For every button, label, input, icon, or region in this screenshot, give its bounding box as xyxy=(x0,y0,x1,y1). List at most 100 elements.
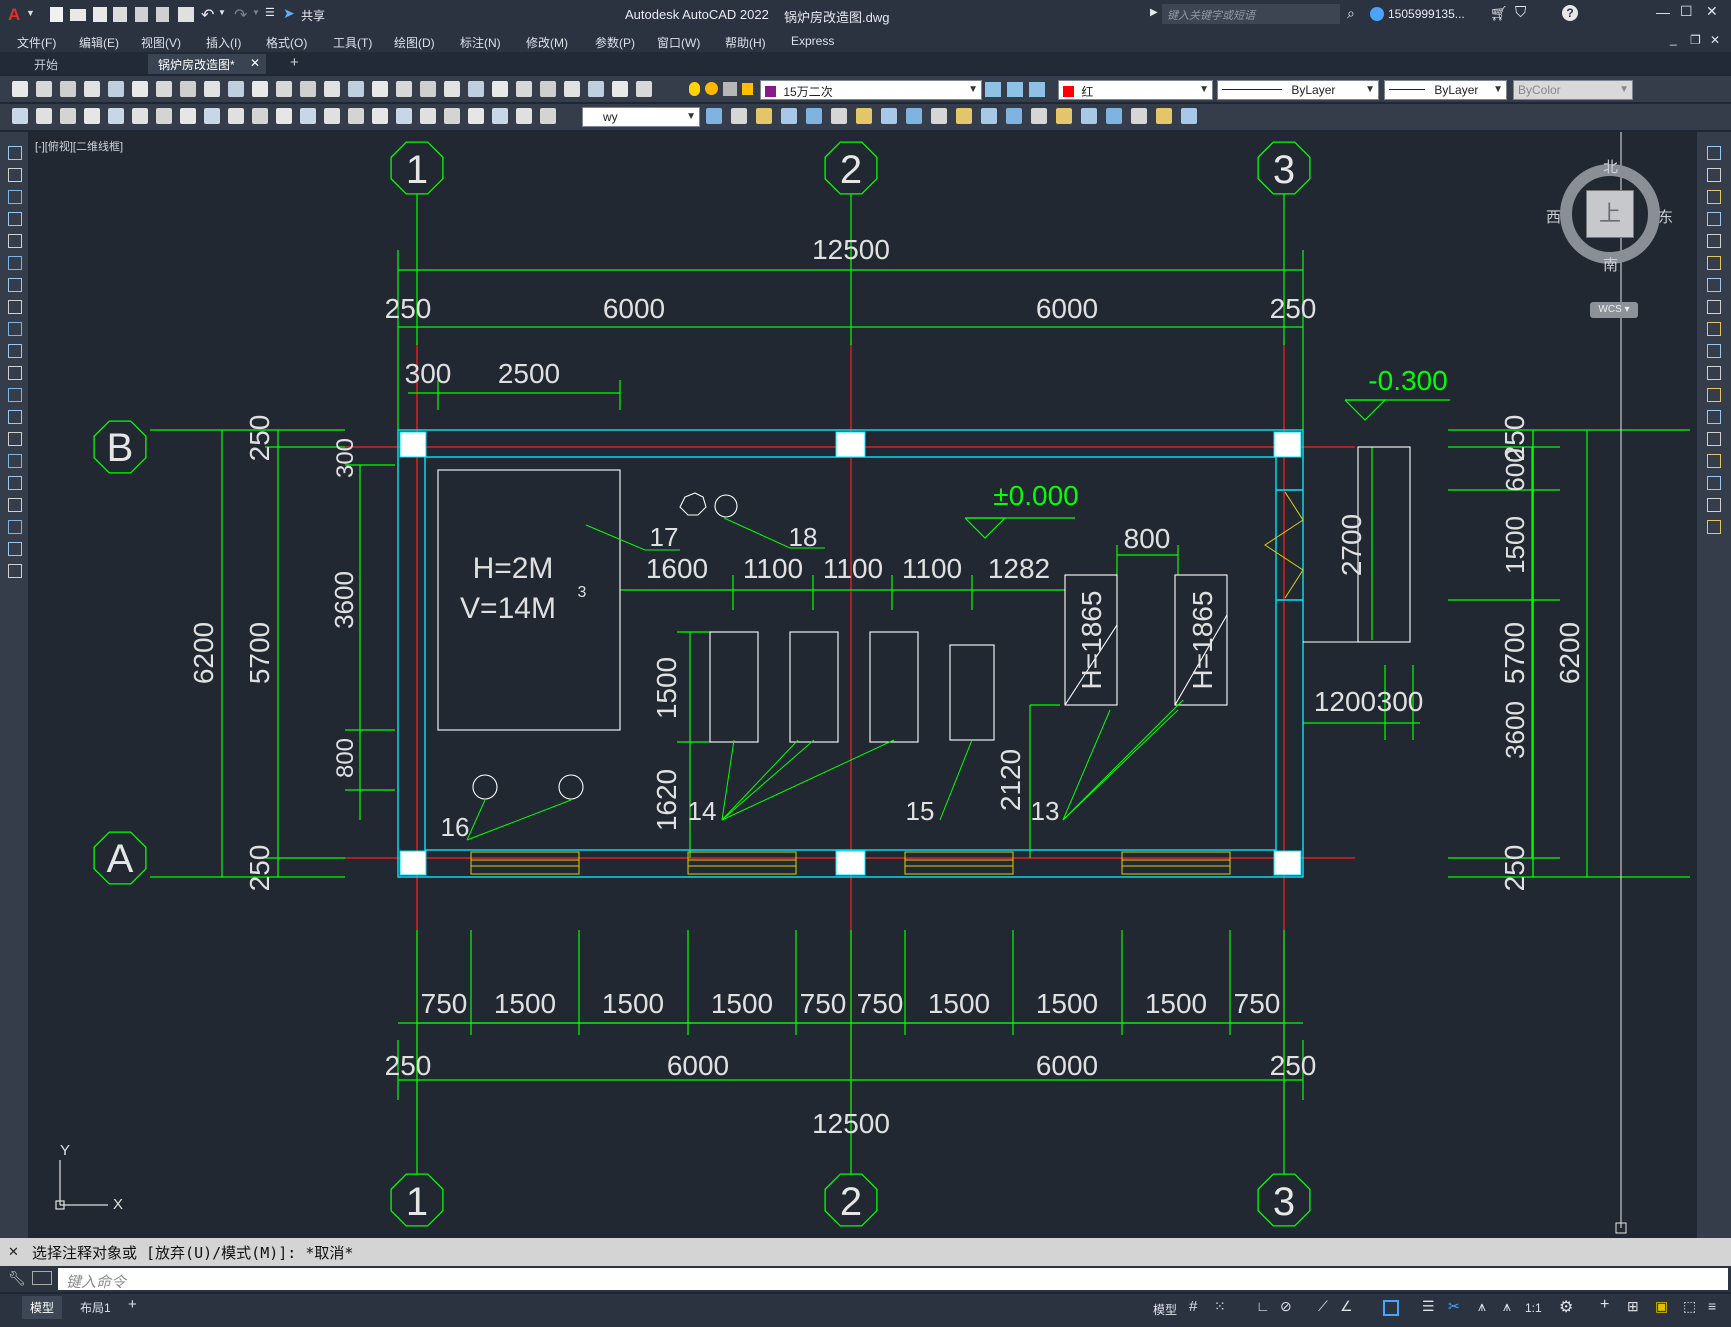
toolbar-tool-icon[interactable] xyxy=(84,108,100,124)
search-input[interactable]: 键入关键字或短语 xyxy=(1162,4,1340,24)
osnap-tracking-icon[interactable]: ∠ xyxy=(1340,1298,1353,1315)
toolbar-tool-icon[interactable] xyxy=(516,108,532,124)
annotation-scale-icon[interactable]: ⩚ xyxy=(1503,1298,1511,1315)
add-layout-button[interactable]: + xyxy=(128,1296,137,1313)
palette-tool-icon[interactable] xyxy=(8,168,22,182)
toolbar-tool-icon[interactable] xyxy=(60,108,76,124)
toolbar-tool-icon[interactable] xyxy=(252,81,268,97)
user-name[interactable]: 1505999135... xyxy=(1388,7,1465,21)
palette-tool-icon[interactable] xyxy=(1707,300,1721,314)
menu-window[interactable]: 窗口(W) xyxy=(657,34,700,51)
toolbar-tool-icon[interactable] xyxy=(516,81,532,97)
hardware-acceleration-icon[interactable]: ▣ xyxy=(1655,1298,1668,1315)
toolbar-tool-icon[interactable] xyxy=(420,81,436,97)
menu-express[interactable]: Express xyxy=(791,34,834,48)
doc-close-icon[interactable]: ✕ xyxy=(1710,33,1720,47)
toolbar-tool-icon[interactable] xyxy=(132,81,148,97)
lineweight-icon[interactable]: ☰ xyxy=(1422,1298,1435,1315)
grid-icon[interactable]: # xyxy=(1189,1298,1197,1315)
menu-view[interactable]: 视图(V) xyxy=(141,34,181,51)
cart-icon[interactable]: 🛒︎ xyxy=(1490,5,1508,22)
osnap-icon[interactable] xyxy=(1383,1300,1399,1316)
palette-tool-icon[interactable] xyxy=(1707,410,1721,424)
palette-tool-icon[interactable] xyxy=(8,190,22,204)
toolbar-tool-icon[interactable] xyxy=(300,108,316,124)
menu-help[interactable]: 帮助(H) xyxy=(725,34,766,51)
toolbar-tool-icon[interactable] xyxy=(981,108,997,124)
palette-tool-icon[interactable] xyxy=(1707,278,1721,292)
annotation-autoscale-icon[interactable]: ⩚ xyxy=(1478,1298,1486,1315)
toolbar-tool-icon[interactable] xyxy=(84,81,100,97)
drawing-canvas[interactable]: 1 2 3 1 2 3 B A 12500 250 6000 6000 250 300 2500 -0.300… xyxy=(30,132,1695,1235)
toolbar-tool-icon[interactable] xyxy=(372,108,388,124)
toolbar-tool-icon[interactable] xyxy=(612,81,628,97)
toolbar-tool-icon[interactable] xyxy=(706,108,722,124)
toolbar-tool-icon[interactable] xyxy=(781,108,797,124)
toolbar-tool-icon[interactable] xyxy=(204,81,220,97)
undo-dropdown-icon[interactable]: ▼ xyxy=(218,8,226,17)
layout-tab-layout1[interactable]: 布局1 xyxy=(72,1296,119,1319)
layout-tab-model[interactable]: 模型 xyxy=(22,1296,63,1319)
menu-parametric[interactable]: 参数(P) xyxy=(595,34,635,51)
toolbar-tool-icon[interactable] xyxy=(564,81,580,97)
menu-file[interactable]: 文件(F) xyxy=(17,34,56,51)
toolbar-tool-icon[interactable] xyxy=(444,81,460,97)
palette-tool-icon[interactable] xyxy=(8,322,22,336)
toolbar-tool-icon[interactable] xyxy=(132,108,148,124)
palette-tool-icon[interactable] xyxy=(8,300,22,314)
palette-tool-icon[interactable] xyxy=(1707,234,1721,248)
palette-tool-icon[interactable] xyxy=(8,564,22,578)
wcs-menu[interactable]: WCS ▾ xyxy=(1590,302,1638,318)
toolbar-tool-icon[interactable] xyxy=(12,108,28,124)
toolbar-tool-icon[interactable] xyxy=(276,108,292,124)
tab-drawing[interactable]: 锅炉房改造图* ✕ xyxy=(148,54,266,74)
palette-tool-icon[interactable] xyxy=(8,432,22,446)
layer-previous-icon[interactable] xyxy=(1007,82,1023,97)
menu-edit[interactable]: 编辑(E) xyxy=(79,34,119,51)
menu-draw[interactable]: 绘图(D) xyxy=(394,34,435,51)
toolbar-tool-icon[interactable] xyxy=(108,108,124,124)
palette-tool-icon[interactable] xyxy=(8,388,22,402)
viewport-controls[interactable]: [-][俯视][二维线框] xyxy=(35,138,123,154)
autocad-logo-icon[interactable]: A xyxy=(8,5,20,25)
toolbar-tool-icon[interactable] xyxy=(324,108,340,124)
save-as-icon[interactable] xyxy=(113,7,127,22)
toolbar-tool-icon[interactable] xyxy=(806,108,822,124)
toolbar-tool-icon[interactable] xyxy=(444,108,460,124)
open-web-icon[interactable] xyxy=(135,7,148,22)
doc-minimize-icon[interactable]: _ xyxy=(1670,32,1677,46)
toolbar-tool-icon[interactable] xyxy=(180,108,196,124)
toolbar-tool-icon[interactable] xyxy=(956,108,972,124)
redo-dropdown-icon[interactable]: ▼ xyxy=(252,8,260,17)
toolbar-tool-icon[interactable] xyxy=(1156,108,1172,124)
menu-dimension[interactable]: 标注(N) xyxy=(460,34,501,51)
close-icon[interactable]: ✕ xyxy=(1706,3,1718,20)
layer-vp-icon[interactable] xyxy=(723,82,737,96)
palette-tool-icon[interactable] xyxy=(1707,256,1721,270)
toolbar-tool-icon[interactable] xyxy=(348,108,364,124)
palette-tool-icon[interactable] xyxy=(1707,146,1721,160)
toolbar-tool-icon[interactable] xyxy=(1181,108,1197,124)
dimstyle-select[interactable]: wy ▼ xyxy=(582,107,700,127)
toolbar-tool-icon[interactable] xyxy=(1056,108,1072,124)
open-file-icon[interactable] xyxy=(70,9,86,21)
command-input[interactable]: 键入命令 xyxy=(58,1268,1728,1291)
app-menu-dropdown-icon[interactable]: ▼ xyxy=(26,8,35,18)
palette-tool-icon[interactable] xyxy=(8,256,22,270)
maximize-icon[interactable]: ☐ xyxy=(1680,3,1693,20)
workspace-gear-icon[interactable]: ⚙ xyxy=(1559,1297,1573,1317)
annotation-scale-value[interactable]: 1:1 xyxy=(1525,1301,1542,1315)
palette-tool-icon[interactable] xyxy=(8,212,22,226)
palette-tool-icon[interactable] xyxy=(8,366,22,380)
toolbar-tool-icon[interactable] xyxy=(756,108,772,124)
minimize-icon[interactable]: — xyxy=(1656,4,1670,20)
palette-tool-icon[interactable] xyxy=(1707,212,1721,226)
toolbar-tool-icon[interactable] xyxy=(492,108,508,124)
palette-tool-icon[interactable] xyxy=(1707,366,1721,380)
help-icon[interactable]: ? xyxy=(1562,5,1578,21)
customize-qat-icon[interactable]: ☰ xyxy=(265,6,275,19)
polar-icon[interactable]: ⊘ xyxy=(1280,1298,1292,1315)
annotation-monitor-icon[interactable]: + xyxy=(1600,1296,1609,1314)
toolbar-tool-icon[interactable] xyxy=(396,81,412,97)
toolbar-tool-icon[interactable] xyxy=(12,81,28,97)
